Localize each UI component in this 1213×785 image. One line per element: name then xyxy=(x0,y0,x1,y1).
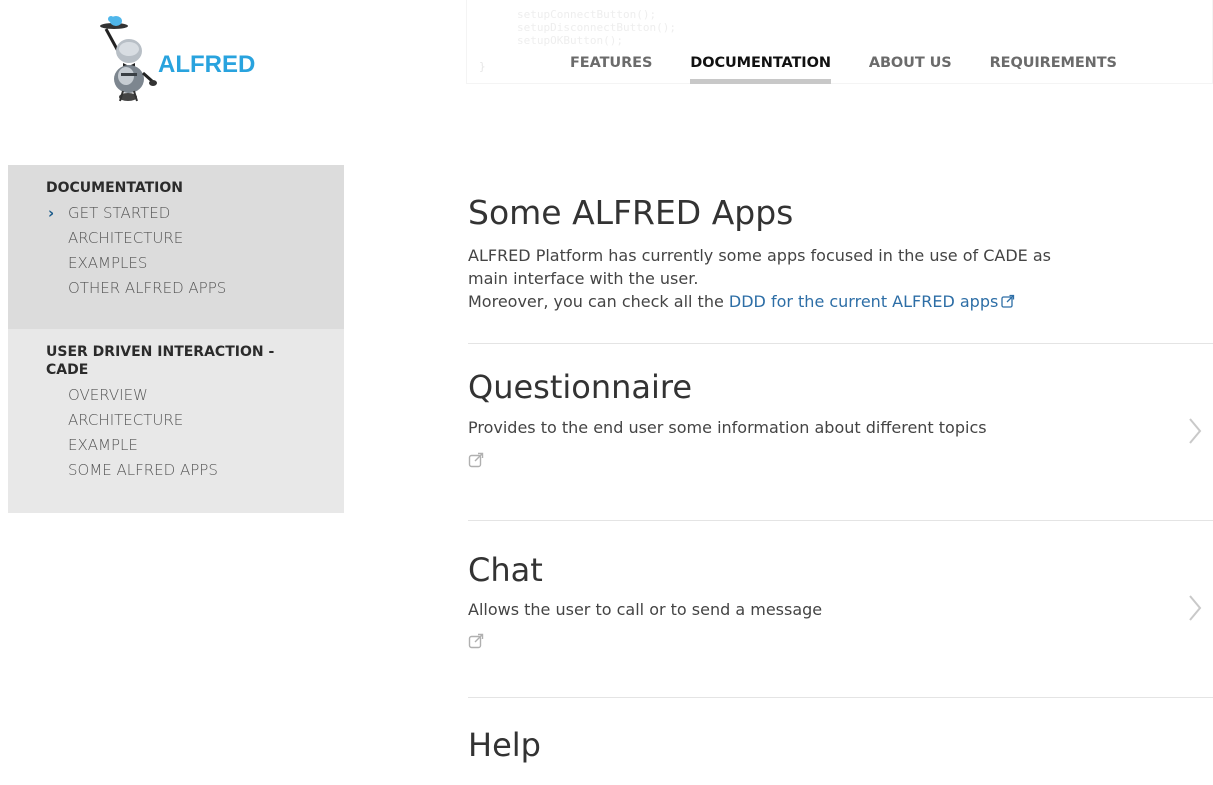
documentation-sidebar: DOCUMENTATION › GET STARTED ARCHITECTURE… xyxy=(8,165,344,513)
sidebar-item-some-alfred-apps[interactable]: SOME ALFRED APPS xyxy=(46,458,332,483)
intro-line: Moreover, you can check all the DDD for … xyxy=(468,290,1088,313)
app-description: Provides to the end user some informatio… xyxy=(468,418,987,437)
page-title: Some ALFRED Apps xyxy=(468,193,794,232)
code-line: setupDisconnectButton(); xyxy=(517,21,676,34)
app-card-questionnaire[interactable]: Questionnaire Provides to the end user s… xyxy=(468,344,1213,520)
external-link-icon xyxy=(1001,294,1015,308)
sidebar-item-label: GET STARTED xyxy=(68,204,171,222)
intro-prefix: Moreover, you can check all the xyxy=(468,292,729,311)
logo[interactable]: ALFRED xyxy=(88,12,278,107)
nav-about-us[interactable]: ABOUT US xyxy=(869,55,952,80)
site-header: ALFRED setupConnectButton(); setupDisconn… xyxy=(0,0,1213,110)
app-title: Help xyxy=(468,726,541,764)
ddd-link[interactable]: DDD for the current ALFRED apps xyxy=(729,292,1015,311)
sidebar-item-other-alfred-apps[interactable]: OTHER ALFRED APPS xyxy=(46,276,332,301)
sidebar-item-get-started[interactable]: › GET STARTED xyxy=(46,201,332,226)
chevron-right-icon[interactable] xyxy=(1187,593,1203,623)
nav-requirements[interactable]: REQUIREMENTS xyxy=(990,55,1117,80)
intro-line: ALFRED Platform has currently some apps … xyxy=(468,246,1052,288)
external-link-icon[interactable] xyxy=(468,452,484,468)
robot-butler-icon xyxy=(100,15,157,101)
sidebar-item-examples[interactable]: EXAMPLES xyxy=(46,251,332,276)
app-title: Questionnaire xyxy=(468,368,693,406)
app-card-chat[interactable]: Chat Allows the user to call or to send … xyxy=(468,521,1213,697)
sidebar-heading: USER DRIVEN INTERACTION - CADE xyxy=(46,344,275,378)
sidebar-item-architecture[interactable]: ARCHITECTURE xyxy=(46,408,332,433)
chevron-right-icon: › xyxy=(48,204,55,222)
code-brace: } xyxy=(479,60,486,73)
chevron-right-icon[interactable] xyxy=(1187,416,1203,446)
nav-documentation[interactable]: DOCUMENTATION xyxy=(690,55,831,84)
sidebar-heading: DOCUMENTATION xyxy=(46,180,183,196)
sidebar-item-example[interactable]: EXAMPLE xyxy=(46,433,332,458)
logo-text: ALFRED xyxy=(158,50,256,78)
sidebar-section-documentation: DOCUMENTATION › GET STARTED ARCHITECTURE… xyxy=(8,165,344,329)
sidebar-item-overview[interactable]: OVERVIEW xyxy=(46,383,332,408)
nav-features[interactable]: FEATURES xyxy=(570,55,652,80)
sidebar-section-cade: USER DRIVEN INTERACTION - CADE OVERVIEW … xyxy=(8,329,344,513)
code-line: setupConnectButton(); xyxy=(517,8,657,21)
main-content: Some ALFRED Apps ALFRED Platform has cur… xyxy=(468,185,1213,764)
sidebar-item-architecture[interactable]: ARCHITECTURE xyxy=(46,226,332,251)
ddd-link-label: DDD for the current ALFRED apps xyxy=(728,292,999,311)
external-link-icon[interactable] xyxy=(468,633,484,649)
app-description: Allows the user to call or to send a mes… xyxy=(468,600,823,619)
code-line: setupOKButton(); xyxy=(517,34,623,47)
intro-paragraph: ALFRED Platform has currently some apps … xyxy=(468,244,1088,313)
app-card-help[interactable]: Help xyxy=(468,698,1213,764)
main-navigation: FEATURES DOCUMENTATION ABOUT US REQUIREM… xyxy=(570,55,1155,84)
app-title: Chat xyxy=(468,551,543,589)
